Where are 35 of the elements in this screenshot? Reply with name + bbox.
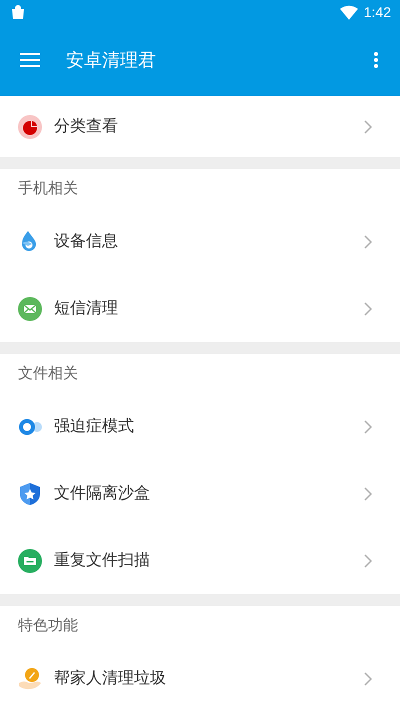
menu-item[interactable]: 短信清理 <box>0 275 400 342</box>
chevron-right-icon <box>364 420 372 434</box>
more-options-icon[interactable] <box>374 52 378 68</box>
item-label: 强迫症模式 <box>54 416 134 437</box>
item-label: 重复文件扫描 <box>54 550 150 571</box>
pie-chart-icon <box>18 114 42 138</box>
menu-item[interactable]: 设备信息 <box>0 208 400 275</box>
item-label: 设备信息 <box>54 231 118 252</box>
item-label: 分类查看 <box>54 116 118 137</box>
menu-item[interactable]: 重复文件扫描 <box>0 527 400 594</box>
chevron-right-icon <box>364 120 372 134</box>
item-label: 短信清理 <box>54 298 118 319</box>
shopping-bag-icon <box>10 4 26 20</box>
chevron-right-icon <box>364 234 372 248</box>
envelope-icon <box>18 296 42 320</box>
menu-item[interactable]: 帮家人清理垃圾 <box>0 645 400 710</box>
menu-item[interactable]: 分类查看 <box>0 96 400 157</box>
section-header: 手机相关 <box>17 178 79 199</box>
menu-icon[interactable] <box>20 53 40 67</box>
section-header: 特色功能 <box>17 615 79 636</box>
chevron-right-icon <box>364 554 372 568</box>
chevron-right-icon <box>364 302 372 316</box>
item-label: 文件隔离沙盒 <box>54 483 150 504</box>
clock-time: 1:42 <box>364 4 391 20</box>
chevron-right-icon <box>364 672 372 686</box>
menu-item[interactable]: 文件隔离沙盒 <box>0 460 400 527</box>
menu-item[interactable]: 强迫症模式 <box>0 393 400 460</box>
hand-coin-icon <box>18 666 42 690</box>
shield-star-icon <box>18 482 42 506</box>
item-label: 帮家人清理垃圾 <box>54 668 166 689</box>
chevron-right-icon <box>364 486 372 500</box>
folder-icon <box>18 548 42 572</box>
wifi-icon <box>340 4 358 20</box>
app-title: 安卓清理君 <box>66 49 156 72</box>
section-header: 文件相关 <box>17 363 79 384</box>
